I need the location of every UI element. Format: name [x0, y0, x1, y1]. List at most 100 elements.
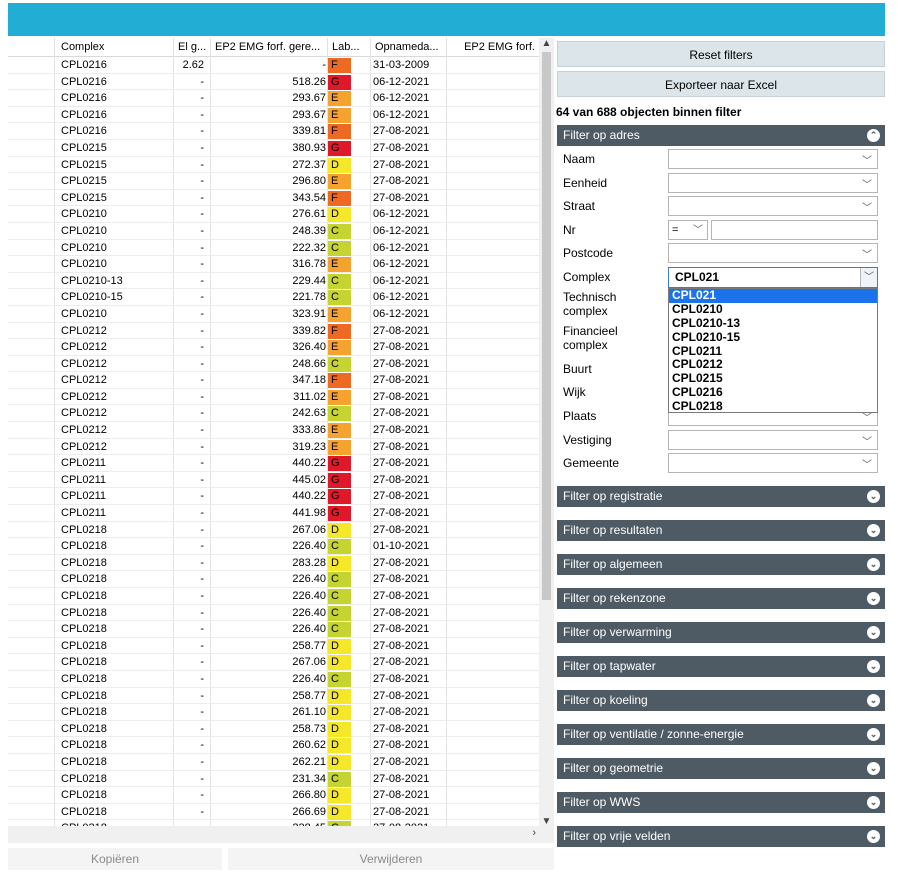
table-row[interactable]: CPL0212 - 347.18 F 27-08-2021: [8, 372, 539, 389]
filter-section-header[interactable]: Filter op algemeen ⌄: [557, 554, 885, 575]
complex-option[interactable]: CPL0212: [669, 358, 877, 372]
scroll-thumb[interactable]: [542, 52, 551, 600]
table-row[interactable]: CPL0215 - 272.37 D 27-08-2021: [8, 157, 539, 174]
chevron-down-icon[interactable]: ⌄: [867, 694, 880, 707]
table-row[interactable]: CPL0218 - 226.40 C 01-10-2021: [8, 538, 539, 555]
chevron-down-icon[interactable]: ⌄: [867, 524, 880, 537]
filter-section-header[interactable]: Filter op verwarming ⌄: [557, 622, 885, 643]
nr-input[interactable]: [711, 220, 878, 240]
table-row[interactable]: CPL0210 - 248.39 C 06-12-2021: [8, 223, 539, 240]
table-row[interactable]: CPL0218 - 266.80 D 27-08-2021: [8, 787, 539, 804]
reset-filters-button[interactable]: Reset filters: [557, 41, 885, 67]
horizontal-scrollbar[interactable]: ›: [8, 826, 554, 843]
postcode-select[interactable]: ﹀: [668, 243, 878, 263]
table-row[interactable]: CPL0212 - 248.66 C 27-08-2021: [8, 356, 539, 373]
table-row[interactable]: CPL0218 - 226.40 C 27-08-2021: [8, 571, 539, 588]
table-row[interactable]: CPL0215 - 296.80 E 27-08-2021: [8, 173, 539, 190]
table-row[interactable]: CPL0210 - 323.91 E 06-12-2021: [8, 306, 539, 323]
filter-section-header[interactable]: Filter op resultaten ⌄: [557, 520, 885, 541]
table-row[interactable]: CPL0218 - 231.34 C 27-08-2021: [8, 771, 539, 788]
table-row[interactable]: CPL0210 - 222.32 C 06-12-2021: [8, 240, 539, 257]
scroll-up-icon[interactable]: ▲: [539, 38, 554, 49]
chevron-down-icon[interactable]: ⌄: [867, 728, 880, 741]
table-row[interactable]: CPL0210-13 - 229.44 C 06-12-2021: [8, 273, 539, 290]
table-row[interactable]: CPL0218 - 258.77 D 27-08-2021: [8, 688, 539, 705]
chevron-down-icon[interactable]: ⌄: [867, 626, 880, 639]
filter-section-header[interactable]: Filter op tapwater ⌄: [557, 656, 885, 677]
chevron-down-icon[interactable]: ⌄: [867, 558, 880, 571]
table-row[interactable]: CPL0218 - 266.69 D 27-08-2021: [8, 804, 539, 821]
complex-option[interactable]: CPL0216: [669, 385, 877, 400]
table-row[interactable]: CPL0215 - 343.54 F 27-08-2021: [8, 190, 539, 207]
table-row[interactable]: CPL0216 2.62 - F 31-03-2009: [8, 57, 539, 74]
chevron-up-icon[interactable]: ⌃: [867, 129, 880, 142]
table-row[interactable]: CPL0216 - 339.81 F 27-08-2021: [8, 123, 539, 140]
table-row[interactable]: CPL0218 - 226.40 C 27-08-2021: [8, 671, 539, 688]
complex-option[interactable]: CPL021: [669, 288, 877, 303]
vestiging-select[interactable]: ﹀: [668, 430, 878, 450]
table-row[interactable]: CPL0210 - 276.61 D 06-12-2021: [8, 206, 539, 223]
gemeente-select[interactable]: ﹀: [668, 453, 878, 473]
table-row[interactable]: CPL0212 - 242.63 C 27-08-2021: [8, 405, 539, 423]
complex-option[interactable]: CPL0218: [669, 399, 877, 414]
table-row[interactable]: CPL0218 - 258.73 D 27-08-2021: [8, 721, 539, 738]
chevron-down-icon[interactable]: ⌄: [867, 762, 880, 775]
chevron-down-icon[interactable]: ⌄: [867, 660, 880, 673]
complex-option[interactable]: CPL0211: [669, 344, 877, 359]
complex-option[interactable]: CPL0215: [669, 371, 877, 386]
table-row[interactable]: CPL0218 - 226.40 C 27-08-2021: [8, 621, 539, 638]
table-row[interactable]: CPL0215 - 380.93 G 27-08-2021: [8, 140, 539, 157]
table-row[interactable]: CPL0212 - 339.82 F 27-08-2021: [8, 323, 539, 340]
table-row[interactable]: CPL0216 - 293.67 E 06-12-2021: [8, 107, 539, 124]
col-header-el-g[interactable]: El g...: [174, 38, 211, 56]
table-row[interactable]: CPL0218 - 283.28 D 27-08-2021: [8, 555, 539, 572]
table-row[interactable]: CPL0218 - 262.21 D 27-08-2021: [8, 754, 539, 771]
table-row[interactable]: CPL0216 - 518.26 G 06-12-2021: [8, 74, 539, 91]
complex-combobox[interactable]: CPL021 ﹀: [668, 267, 878, 288]
table-row[interactable]: CPL0216 - 293.67 E 06-12-2021: [8, 90, 539, 107]
filter-section-header[interactable]: Filter op koeling ⌄: [557, 690, 885, 711]
table-row[interactable]: CPL0212 - 326.40 E 27-08-2021: [8, 339, 539, 356]
table-row[interactable]: CPL0212 - 311.02 E 27-08-2021: [8, 389, 539, 406]
table-row[interactable]: CPL0211 - 440.22 G 27-08-2021: [8, 455, 539, 472]
chevron-down-icon[interactable]: ⌄: [867, 830, 880, 843]
filter-section-header[interactable]: Filter op WWS ⌄: [557, 792, 885, 813]
complex-option[interactable]: CPL0210-13: [669, 316, 877, 331]
table-row[interactable]: CPL0210 - 316.78 E 06-12-2021: [8, 256, 539, 273]
table-row[interactable]: CPL0218 - 261.10 D 27-08-2021: [8, 704, 539, 721]
copy-button[interactable]: Kopiëren: [8, 848, 222, 870]
col-header-ep2-gere[interactable]: EP2 EMG forf. gere...: [211, 38, 328, 56]
filter-header-adres[interactable]: Filter op adres ⌃: [557, 125, 885, 146]
chevron-down-icon[interactable]: ⌄: [867, 592, 880, 605]
eenheid-select[interactable]: ﹀: [668, 173, 878, 193]
filter-section-header[interactable]: Filter op registratie ⌄: [557, 486, 885, 507]
chevron-down-icon[interactable]: ⌄: [867, 490, 880, 503]
col-header-label[interactable]: Lab...: [328, 38, 371, 56]
straat-select[interactable]: ﹀: [668, 196, 878, 216]
filter-section-header[interactable]: Filter op geometrie ⌄: [557, 758, 885, 779]
col-header-opnamedatum[interactable]: Opnameda...: [371, 38, 447, 56]
table-row[interactable]: CPL0211 - 445.02 G 27-08-2021: [8, 472, 539, 489]
chevron-down-icon[interactable]: ﹀: [860, 268, 877, 287]
table-row[interactable]: CPL0218 - 226.40 C 27-08-2021: [8, 588, 539, 605]
scroll-right-icon[interactable]: ›: [532, 827, 536, 839]
table-row[interactable]: CPL0218 - 258.77 D 27-08-2021: [8, 638, 539, 655]
complex-option[interactable]: CPL0210-15: [669, 330, 877, 345]
table-row[interactable]: CPL0212 - 333.86 E 27-08-2021: [8, 422, 539, 439]
filter-section-header[interactable]: Filter op vrije velden ⌄: [557, 826, 885, 847]
table-row[interactable]: CPL0211 - 441.98 G 27-08-2021: [8, 505, 539, 522]
filter-section-header[interactable]: Filter op ventilatie / zonne-energie ⌄: [557, 724, 885, 745]
complex-option[interactable]: CPL0210: [669, 302, 877, 317]
table-row[interactable]: CPL0211 - 440.22 G 27-08-2021: [8, 488, 539, 506]
naam-select[interactable]: ﹀: [668, 149, 878, 169]
col-header-complex[interactable]: Complex: [61, 38, 173, 56]
table-row[interactable]: CPL0218 - 226.40 C 27-08-2021: [8, 605, 539, 622]
nr-operator-select[interactable]: = ﹀: [668, 220, 708, 240]
table-row[interactable]: CPL0212 - 319.23 E 27-08-2021: [8, 439, 539, 456]
export-excel-button[interactable]: Exporteer naar Excel: [557, 71, 885, 97]
table-row[interactable]: CPL0218 - 267.06 D 27-08-2021: [8, 522, 539, 539]
chevron-down-icon[interactable]: ⌄: [867, 796, 880, 809]
table-row[interactable]: CPL0218 - 267.06 D 27-08-2021: [8, 654, 539, 671]
table-row[interactable]: CPL0218 - 260.62 D 27-08-2021: [8, 737, 539, 754]
filter-section-header[interactable]: Filter op rekenzone ⌄: [557, 588, 885, 609]
